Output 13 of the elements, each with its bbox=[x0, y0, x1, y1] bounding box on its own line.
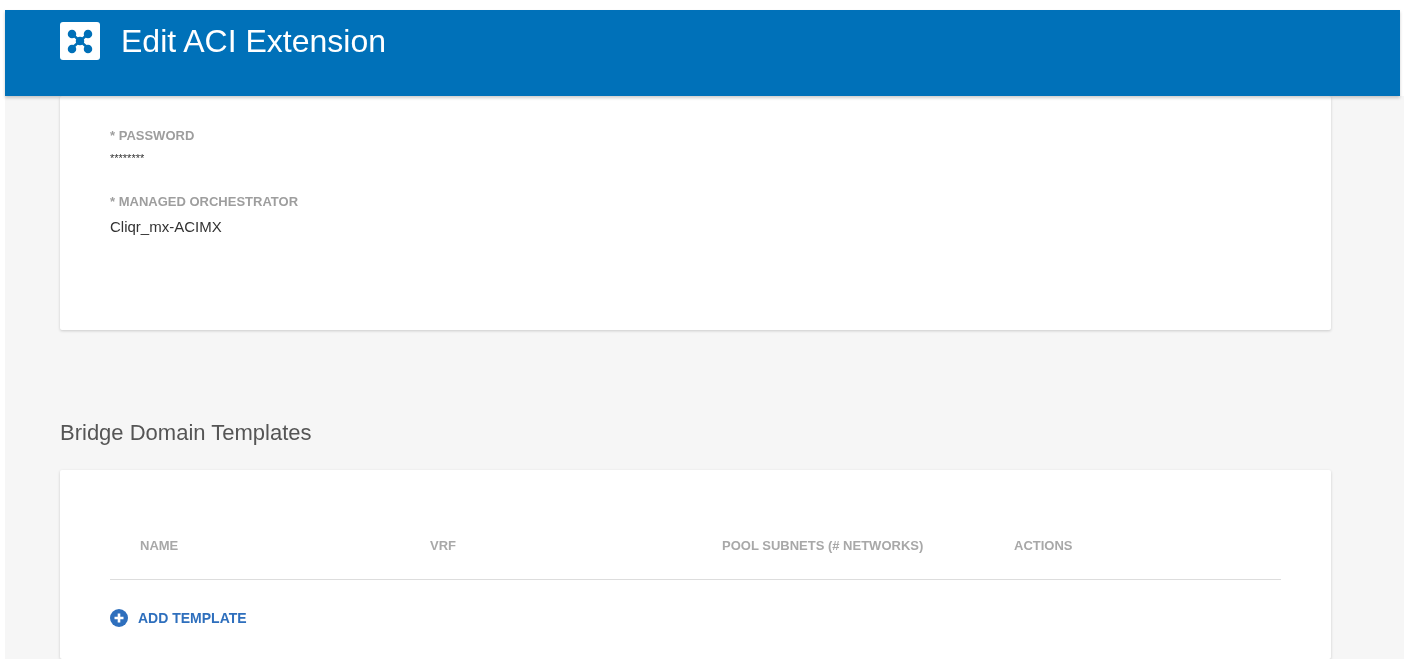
network-icon bbox=[60, 22, 100, 60]
field-label: * MANAGED ORCHESTRATOR bbox=[110, 194, 299, 209]
column-header: VRF bbox=[430, 538, 457, 553]
field-value: Cliqr_mx-ACIMX bbox=[110, 218, 222, 235]
plus-circle-icon bbox=[110, 609, 128, 627]
window-title: Edit ACI Extension bbox=[121, 22, 387, 60]
column-header: POOL SUBNETS (# NETWORKS) bbox=[722, 538, 925, 553]
column-header: ACTIONS bbox=[1014, 538, 1073, 553]
add-template-button[interactable]: ADD TEMPLATE bbox=[110, 609, 247, 627]
column-header: NAME bbox=[140, 538, 180, 553]
section-title: Bridge Domain Templates bbox=[60, 420, 312, 446]
field-value: ******** bbox=[110, 152, 145, 164]
field-label: * PASSWORD bbox=[110, 128, 195, 143]
